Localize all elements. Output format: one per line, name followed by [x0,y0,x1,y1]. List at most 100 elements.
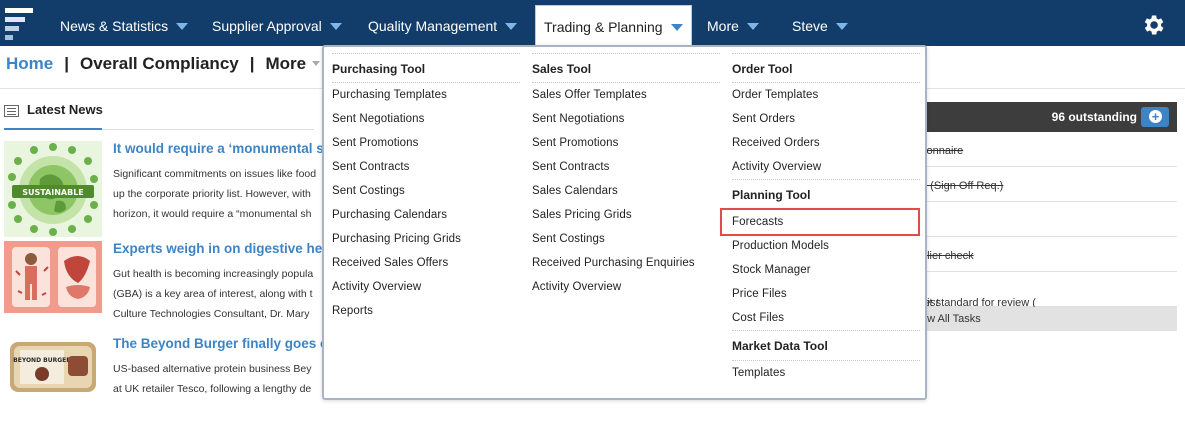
tasks-panel-header: 96 outstanding [921,102,1177,132]
nav-label: Steve [792,18,828,34]
menu-item-production-models[interactable]: Production Models [732,234,920,258]
task-label: plier check [921,250,974,262]
top-nav-bar: News & Statistics Supplier Approval Qual… [0,0,1185,46]
news-title-link[interactable]: Experts weigh in on digestive hea [113,241,330,256]
app-root: News & Statistics Supplier Approval Qual… [0,0,1185,421]
menu-item-sent-costings[interactable]: Sent Costings [332,179,520,203]
latest-news-header: Latest News [4,97,314,130]
nav-news-statistics[interactable]: News & Statistics [60,0,189,46]
caret-down-icon [312,61,321,66]
menu-column-purchasing: Purchasing Tool Purchasing Templates Sen… [332,53,520,323]
task-label: tionnaire [921,145,964,157]
news-summary-line: up the corporate priority list. However,… [113,188,311,200]
chevron-down-icon [835,23,848,30]
breadcrumb-home-link[interactable]: Home [6,54,53,73]
menu-item-received-purchasing-enquiries[interactable]: Received Purchasing Enquiries [532,251,720,275]
news-summary-line: Significant commitments on issues like f… [113,168,317,180]
nav-supplier-approval[interactable]: Supplier Approval [212,0,342,46]
news-summary-line: at UK retailer Tesco, following a length… [113,383,312,395]
chevron-down-icon [176,23,189,30]
nav-trading-planning[interactable]: Trading & Planning [535,5,692,46]
nav-label: News & Statistics [60,18,169,34]
task-row[interactable]: plier check [921,238,1177,272]
menu-heading-order-tool: Order Tool [732,53,920,77]
menu-item-sales-calendars[interactable]: Sales Calendars [532,179,720,203]
nav-label: Supplier Approval [212,18,322,34]
breadcrumb-separator: | [249,54,255,73]
menu-item-activity-overview[interactable]: Activity Overview [532,275,720,299]
menu-item-activity-overview[interactable]: Activity Overview [732,155,920,179]
nav-label: More [707,18,739,34]
menu-column-order-planning: Order Tool Order Templates Sent Orders R… [720,53,920,385]
menu-column-sales: Sales Tool Sales Offer Templates Sent Ne… [532,53,720,299]
menu-item-stock-manager[interactable]: Stock Manager [732,258,920,282]
menu-item-sent-promotions[interactable]: Sent Promotions [332,131,520,155]
menu-item-purchasing-pricing-grids[interactable]: Purchasing Pricing Grids [332,227,520,251]
menu-heading-market-data-tool: Market Data Tool [732,330,920,360]
view-all-tasks-label: ew All Tasks [921,313,981,325]
menu-item-sent-contracts[interactable]: Sent Contracts [532,155,720,179]
add-task-button[interactable] [1141,107,1169,127]
news-item: BEYOND BURGER The Beyond Burger finally … [4,336,328,396]
nav-more[interactable]: More [707,0,759,46]
thumbnail-label: BEYOND BURGER [13,357,71,364]
news-summary-line: Culture Technologies Consultant, Dr. Mar… [113,308,310,320]
app-logo[interactable] [5,6,35,40]
menu-item-sent-costings[interactable]: Sent Costings [532,227,720,251]
page-title: Overall Compliancy [80,54,239,73]
menu-item-activity-overview[interactable]: Activity Overview [332,275,520,299]
news-title-link[interactable]: It would require a ‘monumental sh [113,141,332,156]
news-item: Experts weigh in on digestive hea Gut he… [4,241,330,320]
nav-quality-management[interactable]: Quality Management [368,0,518,46]
beyond-burger-thumbnail[interactable]: BEYOND BURGER [4,336,102,396]
outstanding-count: 96 outstanding [1051,110,1137,124]
active-tab-underline [4,128,102,130]
menu-item-purchasing-templates[interactable]: Purchasing Templates [332,83,520,107]
trading-planning-dropdown: Purchasing Tool Purchasing Templates Sen… [322,45,927,400]
menu-heading-planning-tool: Planning Tool [732,179,920,209]
news-summary-line: Gut health is becoming increasingly popu… [113,268,314,280]
menu-heading-purchasing-tool: Purchasing Tool [332,53,520,77]
menu-item-received-orders[interactable]: Received Orders [732,131,920,155]
menu-item-price-files[interactable]: Price Files [732,282,920,306]
breadcrumb-separator: | [64,54,69,73]
task-label: n (Sign Off Req.) [921,180,1004,192]
breadcrumb: Home | Overall Compliancy | More [6,54,321,76]
latest-news-title[interactable]: Latest News [27,102,103,117]
menu-item-sales-offer-templates[interactable]: Sales Offer Templates [532,83,720,107]
chevron-down-icon [329,23,342,30]
menu-heading-sales-tool: Sales Tool [532,53,720,77]
menu-item-sent-contracts[interactable]: Sent Contracts [332,155,520,179]
nav-user-menu[interactable]: Steve [792,0,848,46]
task-row[interactable]: n (Sign Off Req.) [921,168,1177,202]
task-row[interactable]: tionnaire [921,133,1177,167]
menu-item-sent-negotiations[interactable]: Sent Negotiations [532,107,720,131]
menu-item-sent-orders[interactable]: Sent Orders [732,107,920,131]
menu-item-forecasts[interactable]: Forecasts [720,208,920,236]
task-row[interactable]: dit standard for review (test) [921,273,1177,309]
menu-item-sent-promotions[interactable]: Sent Promotions [532,131,720,155]
sustainable-thumbnail[interactable]: SUSTAINABLE [4,141,102,237]
menu-item-sales-pricing-grids[interactable]: Sales Pricing Grids [532,203,720,227]
menu-item-sent-negotiations[interactable]: Sent Negotiations [332,107,520,131]
news-summary-line: (GBA) is a key area of interest, along w… [113,288,313,300]
news-item: SUSTAINABLE It would require a ‘monument… [4,141,332,237]
newspaper-icon [4,105,19,117]
menu-item-purchasing-calendars[interactable]: Purchasing Calendars [332,203,520,227]
news-summary-line: US-based alternative protein business Be… [113,363,312,375]
task-row[interactable] [921,203,1177,237]
menu-item-received-sales-offers[interactable]: Received Sales Offers [332,251,520,275]
gear-icon[interactable] [1140,12,1166,38]
nav-label: Trading & Planning [544,19,663,35]
digestive-health-thumbnail[interactable] [4,241,102,313]
menu-item-order-templates[interactable]: Order Templates [732,83,920,107]
view-all-tasks-link[interactable]: ew All Tasks [921,307,1177,331]
news-title-link[interactable]: The Beyond Burger finally goes o [113,336,328,351]
thumbnail-label: SUSTAINABLE [22,188,84,197]
chevron-down-icon [670,24,683,31]
menu-item-reports[interactable]: Reports [332,299,520,323]
breadcrumb-more-dropdown[interactable]: More [266,54,321,73]
menu-item-templates[interactable]: Templates [732,361,920,385]
news-summary-line: horizon, it would require a “monumental … [113,208,312,220]
menu-item-cost-files[interactable]: Cost Files [732,306,920,330]
